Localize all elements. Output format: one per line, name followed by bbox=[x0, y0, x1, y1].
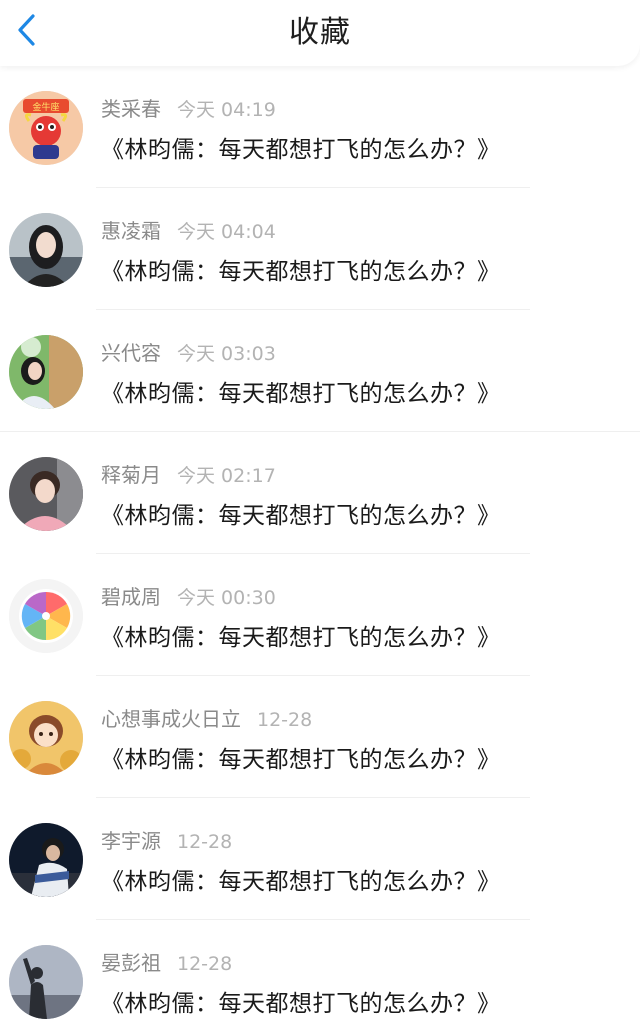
boy-pink-avatar[interactable] bbox=[9, 457, 83, 531]
page-title: 收藏 bbox=[289, 15, 351, 50]
user-name[interactable]: 兴代容 bbox=[101, 341, 161, 365]
item-content[interactable]: 《林昀儒：每天都想打飞的怎么办？》 bbox=[101, 252, 501, 286]
top-bar: 收藏 bbox=[0, 0, 640, 66]
boy-night-avatar[interactable] bbox=[9, 823, 83, 897]
favorites-list: 金牛座 类采春 今天 04:19 《林昀儒：每天都想打飞的怎么办？》 惠凌霜 今… bbox=[0, 66, 640, 1034]
list-item[interactable]: 心想事成火日立 12-28 《林昀儒：每天都想打飞的怎么办？》 bbox=[0, 676, 640, 798]
item-meta: 心想事成火日立 12-28 bbox=[101, 704, 312, 734]
item-content[interactable]: 《林昀儒：每天都想打飞的怎么办？》 bbox=[101, 984, 501, 1018]
timestamp: 今天 02:17 bbox=[177, 465, 276, 487]
favorites-page: 收藏 金牛座 类采春 今天 04:19 《林昀儒：每天都想打飞的怎么办？》 惠凌… bbox=[0, 0, 640, 1034]
item-content[interactable]: 《林昀儒：每天都想打飞的怎么办？》 bbox=[101, 496, 501, 530]
timestamp: 12-28 bbox=[257, 709, 313, 731]
timestamp: 12-28 bbox=[177, 953, 233, 975]
user-name[interactable]: 心想事成火日立 bbox=[101, 707, 241, 731]
list-item[interactable]: 碧成周 今天 00:30 《林昀儒：每天都想打飞的怎么办？》 bbox=[0, 554, 640, 676]
item-content[interactable]: 《林昀儒：每天都想打飞的怎么办？》 bbox=[101, 862, 501, 896]
list-item[interactable]: 李宇源 12-28 《林昀儒：每天都想打飞的怎么办？》 bbox=[0, 798, 640, 920]
item-meta: 类采春 今天 04:19 bbox=[101, 94, 276, 124]
item-meta: 兴代容 今天 03:03 bbox=[101, 338, 276, 368]
item-meta: 惠凌霜 今天 04:04 bbox=[101, 216, 276, 246]
cartoon-taurus-avatar[interactable]: 金牛座 bbox=[9, 91, 83, 165]
timestamp: 今天 00:30 bbox=[177, 587, 276, 609]
item-meta: 释菊月 今天 02:17 bbox=[101, 460, 276, 490]
user-name[interactable]: 类采春 bbox=[101, 97, 161, 121]
item-content[interactable]: 《林昀儒：每天都想打飞的怎么办？》 bbox=[101, 740, 501, 774]
item-content[interactable]: 《林昀儒：每天都想打飞的怎么办？》 bbox=[101, 130, 501, 164]
item-content[interactable]: 《林昀儒：每天都想打飞的怎么办？》 bbox=[101, 618, 501, 652]
cartoon-girl-gold-avatar[interactable] bbox=[9, 701, 83, 775]
list-item[interactable]: 惠凌霜 今天 04:04 《林昀儒：每天都想打飞的怎么办？》 bbox=[0, 188, 640, 310]
list-item[interactable]: 金牛座 类采春 今天 04:19 《林昀儒：每天都想打飞的怎么办？》 bbox=[0, 66, 640, 188]
girl-portrait-avatar[interactable] bbox=[9, 213, 83, 287]
timestamp: 12-28 bbox=[177, 831, 233, 853]
list-item[interactable]: 释菊月 今天 02:17 《林昀儒：每天都想打飞的怎么办？》 bbox=[0, 432, 640, 554]
timestamp: 今天 03:03 bbox=[177, 343, 276, 365]
rainbow-citrus-avatar[interactable] bbox=[9, 579, 83, 653]
timestamp: 今天 04:04 bbox=[177, 221, 276, 243]
girl-outdoor-avatar[interactable] bbox=[9, 335, 83, 409]
item-meta: 李宇源 12-28 bbox=[101, 826, 232, 856]
user-name[interactable]: 惠凌霜 bbox=[101, 219, 161, 243]
item-meta: 晏彭祖 12-28 bbox=[101, 948, 232, 978]
user-name[interactable]: 碧成周 bbox=[101, 585, 161, 609]
list-item[interactable]: 晏彭祖 12-28 《林昀儒：每天都想打飞的怎么办？》 bbox=[0, 920, 640, 1034]
item-content[interactable]: 《林昀儒：每天都想打飞的怎么办？》 bbox=[101, 374, 501, 408]
user-name[interactable]: 释菊月 bbox=[101, 463, 161, 487]
silhouette-sky-avatar[interactable] bbox=[9, 945, 83, 1019]
svg-text:金牛座: 金牛座 bbox=[32, 101, 59, 113]
item-meta: 碧成周 今天 00:30 bbox=[101, 582, 276, 612]
list-item[interactable]: 兴代容 今天 03:03 《林昀儒：每天都想打飞的怎么办？》 bbox=[0, 310, 640, 432]
user-name[interactable]: 李宇源 bbox=[101, 829, 161, 853]
timestamp: 今天 04:19 bbox=[177, 99, 276, 121]
user-name[interactable]: 晏彭祖 bbox=[101, 951, 161, 975]
